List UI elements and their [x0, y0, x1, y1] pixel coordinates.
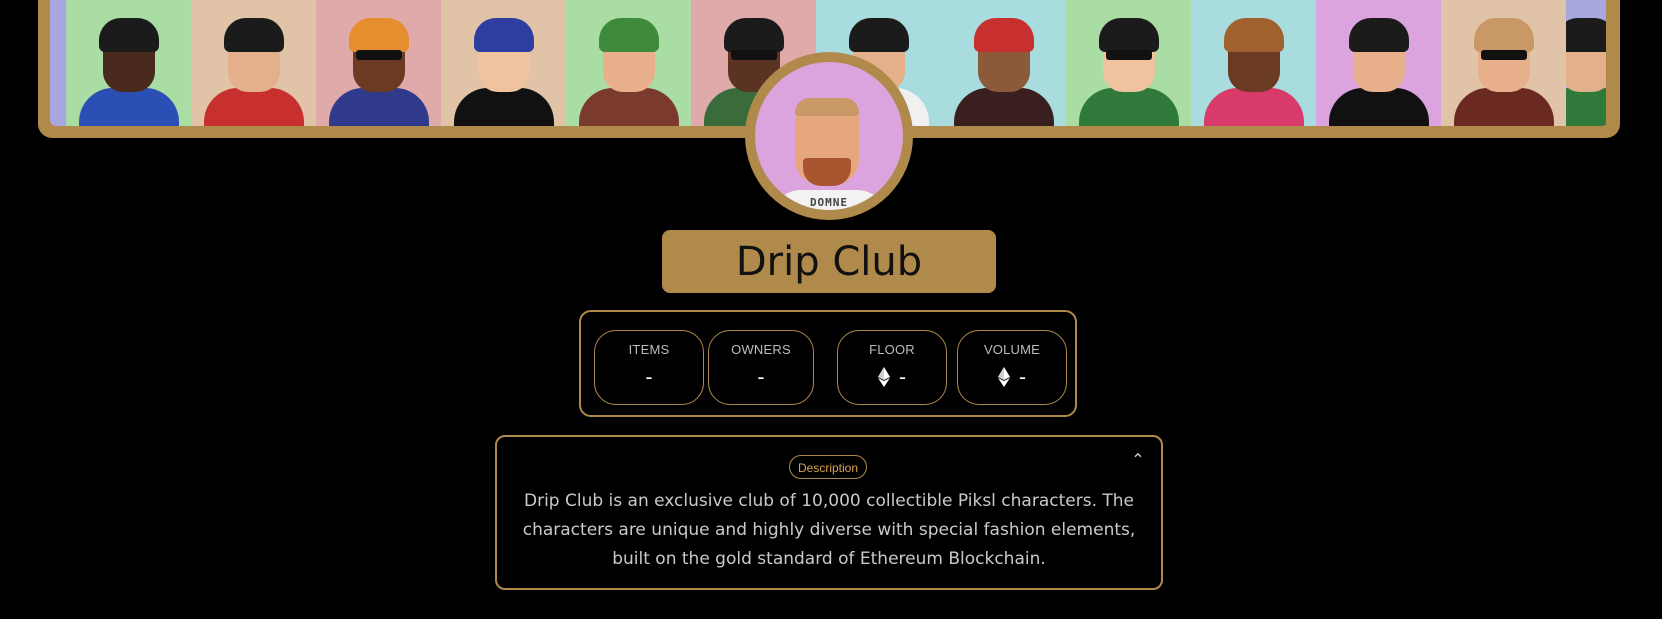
stat-items-number: -	[645, 365, 653, 389]
description-text: Drip Club is an exclusive club of 10,000…	[522, 491, 1136, 569]
character-body	[78, 88, 179, 126]
avatar-hair	[795, 98, 859, 116]
description-panel: Description ⌃ Drip Club is an exclusive …	[495, 435, 1163, 590]
avatar-shirt-text: DOMNE	[809, 196, 849, 209]
stat-volume-label: VOLUME	[983, 342, 1041, 357]
character-hair	[1566, 18, 1606, 52]
banner-character-tile	[1566, 0, 1606, 126]
stat-owners-value: -	[709, 365, 813, 389]
character-body	[203, 88, 304, 126]
character-sunglasses	[1105, 50, 1152, 60]
stat-floor-number: -	[898, 365, 907, 389]
chevron-up-icon[interactable]: ⌃	[1129, 451, 1147, 469]
avatar-shirt: DOMNE	[771, 190, 887, 210]
character-body	[1566, 88, 1606, 126]
description-badge: Description	[789, 455, 868, 479]
character-body	[953, 88, 1054, 126]
character-hair	[1223, 18, 1284, 52]
stat-owners: OWNERS -	[708, 330, 814, 405]
character-sunglasses	[355, 50, 402, 60]
character-hair	[1348, 18, 1409, 52]
avatar-beard	[803, 158, 851, 186]
banner-character-tile	[50, 0, 66, 126]
banner-character-tile	[1191, 0, 1316, 126]
stat-items-label: ITEMS	[628, 342, 670, 357]
character-hair	[1098, 18, 1159, 52]
avatar-image: DOMNE	[755, 62, 903, 210]
character-hair	[1473, 18, 1534, 52]
stats-panel: ITEMS - OWNERS - FLOOR - VOLUME -	[579, 310, 1077, 417]
character-hair	[348, 18, 409, 52]
character-hair	[973, 18, 1034, 52]
character-body	[1453, 88, 1554, 126]
banner-character-tile	[1316, 0, 1441, 126]
character-body	[578, 88, 679, 126]
character-hair	[98, 18, 159, 52]
character-body	[1078, 88, 1179, 126]
stat-volume-number: -	[1018, 365, 1027, 389]
character-sunglasses	[730, 50, 777, 60]
stat-floor-label: FLOOR	[869, 342, 915, 357]
collection-title: Drip Club	[662, 230, 996, 293]
stat-volume: VOLUME -	[957, 330, 1067, 405]
character-body	[1203, 88, 1304, 126]
stat-items: ITEMS -	[594, 330, 704, 405]
character-hair	[223, 18, 284, 52]
character-hair	[598, 18, 659, 52]
banner-character-tile	[941, 0, 1066, 126]
stat-floor: FLOOR -	[837, 330, 947, 405]
banner-character-tile	[1441, 0, 1566, 126]
character-hair	[848, 18, 909, 52]
stat-volume-value: -	[958, 365, 1066, 389]
character-body	[1328, 88, 1429, 126]
banner-character-tile	[191, 0, 316, 126]
banner-character-tile	[566, 0, 691, 126]
character-hair	[723, 18, 784, 52]
banner-character-tile	[441, 0, 566, 126]
banner-character-tile	[1066, 0, 1191, 126]
banner-character-tile	[316, 0, 441, 126]
stat-floor-value: -	[838, 365, 946, 389]
ethereum-icon	[997, 367, 1010, 387]
character-body	[453, 88, 554, 126]
character-body	[328, 88, 429, 126]
ethereum-icon	[877, 367, 890, 387]
collection-avatar: DOMNE	[745, 52, 913, 220]
stat-owners-label: OWNERS	[731, 342, 791, 357]
banner-character-tile	[66, 0, 191, 126]
character-hair	[473, 18, 534, 52]
character-sunglasses	[1480, 50, 1527, 60]
stat-items-value: -	[595, 365, 703, 389]
stat-owners-number: -	[757, 365, 765, 389]
